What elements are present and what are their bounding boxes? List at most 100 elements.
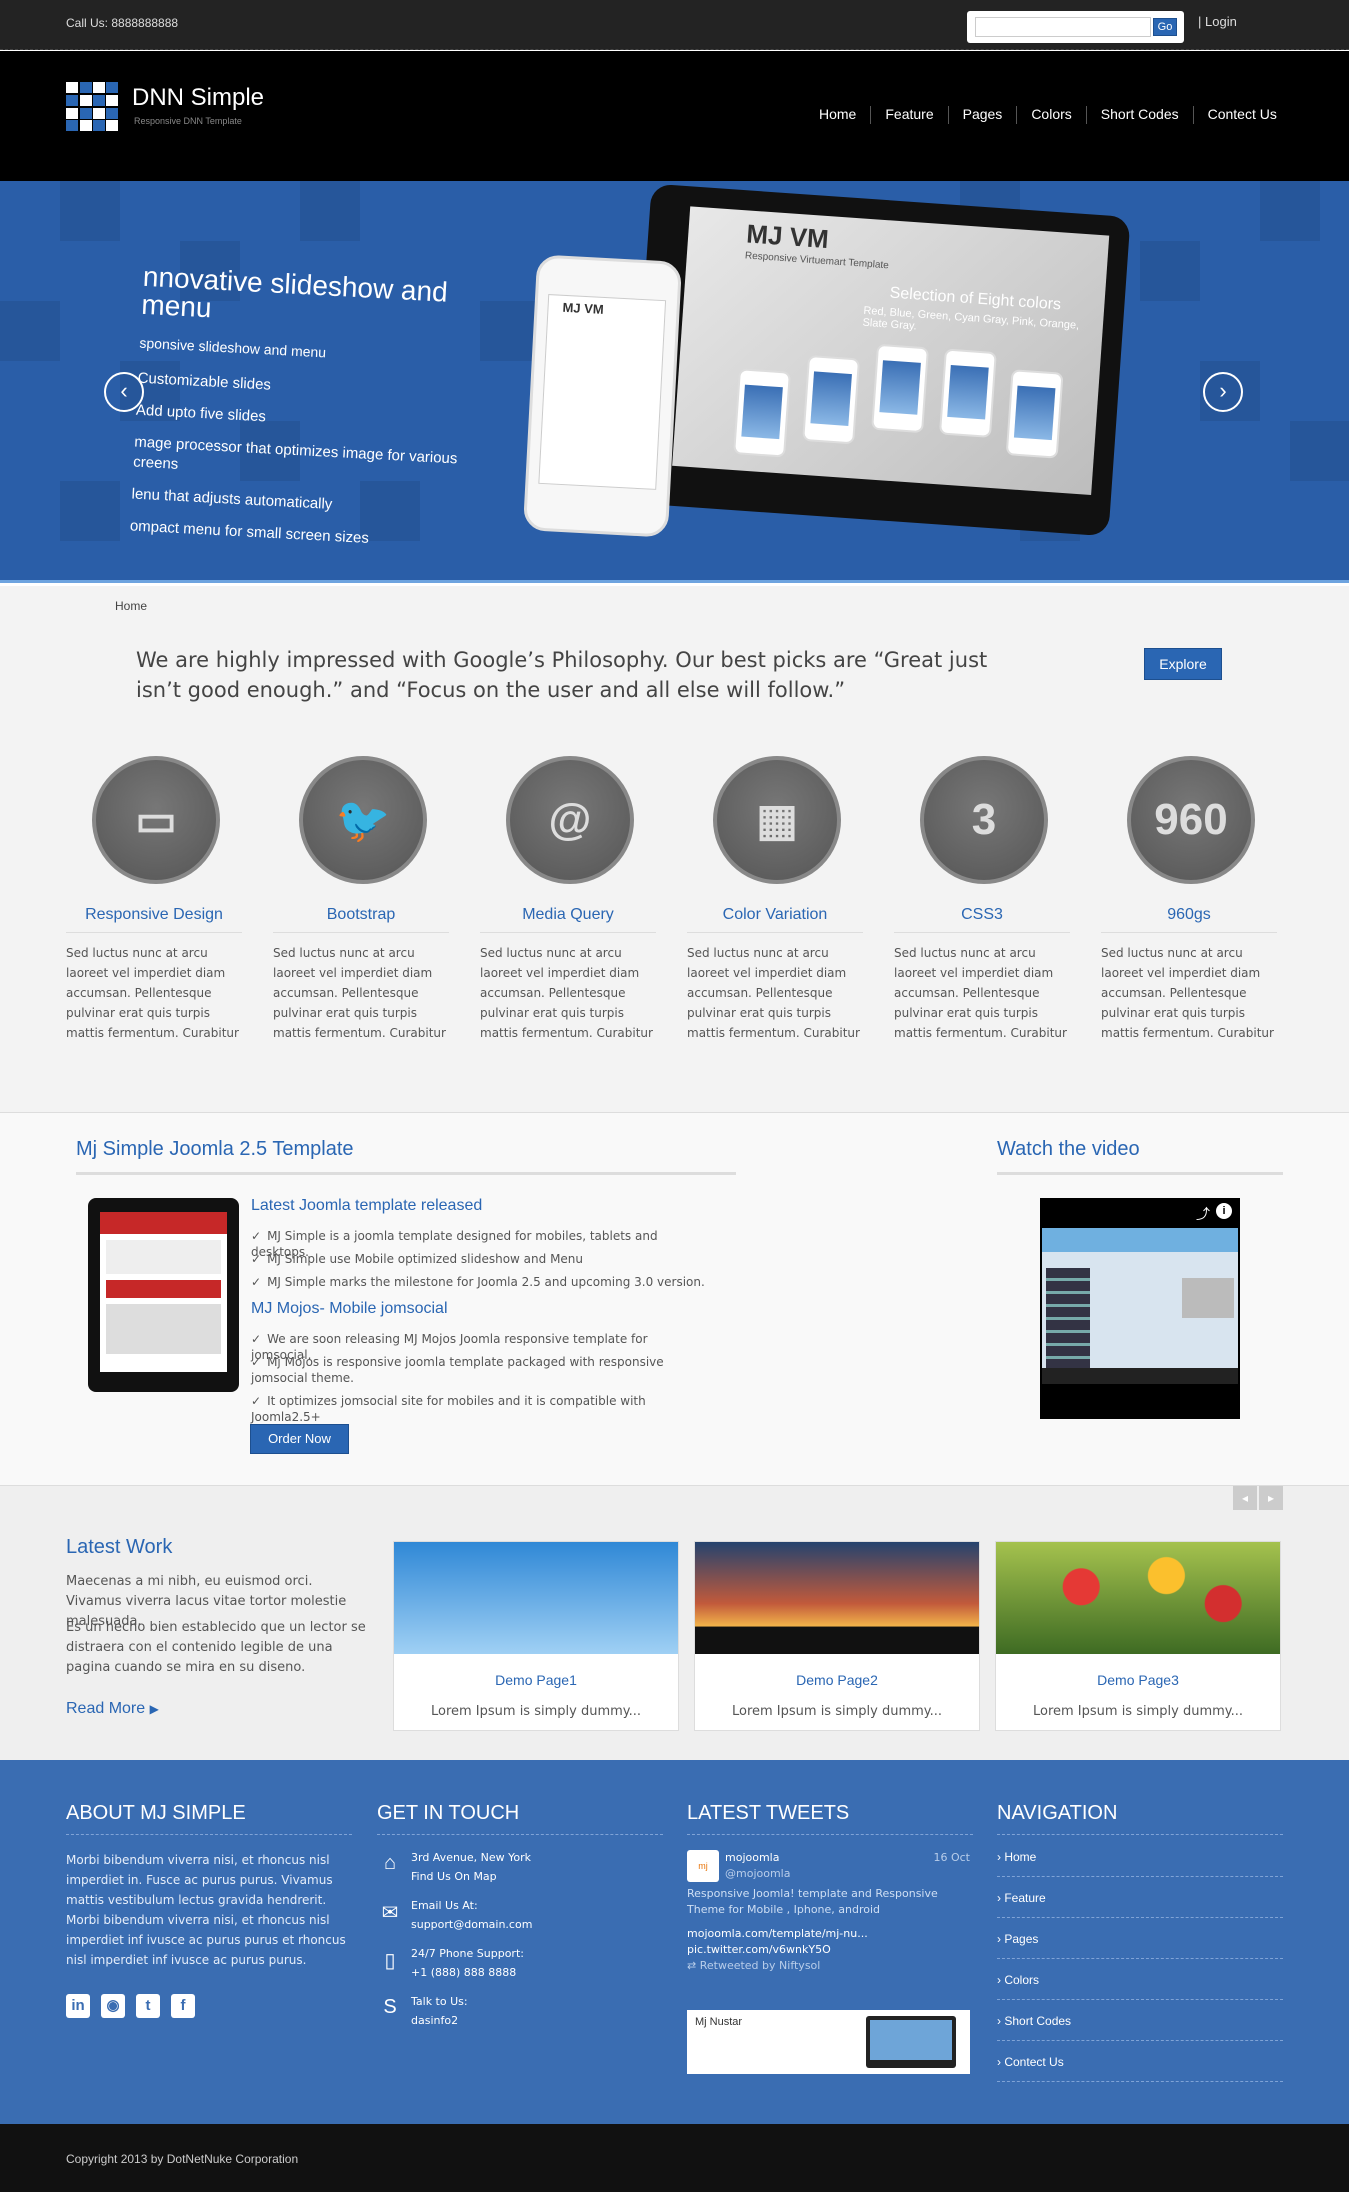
footer-nav-label[interactable]: Colors <box>1004 1973 1039 1987</box>
feature-title[interactable]: Color Variation <box>687 906 863 933</box>
video-player[interactable]: ⤴ i <box>1040 1198 1240 1419</box>
main-nav: Home Feature Pages Colors Short Codes Co… <box>805 106 1291 124</box>
feature-body: Sed luctus nunc at arcu laoreet vel impe… <box>273 946 446 1040</box>
check-icon: ✓ <box>251 1229 262 1243</box>
footer-nav-title: NAVIGATION <box>997 1802 1118 1824</box>
feature-title[interactable]: CSS3 <box>894 906 1070 933</box>
carousel-next-icon[interactable]: ▸ <box>1259 1486 1283 1510</box>
footer-nav-label[interactable]: Pages <box>1004 1932 1038 1946</box>
footer-nav-short-codes[interactable]: › Short Codes <box>997 2014 1283 2041</box>
footer-nav-feature[interactable]: › Feature <box>997 1891 1283 1918</box>
skype-id[interactable]: dasinfo2 <box>411 2011 468 2030</box>
work-card[interactable]: Demo Page3 Lorem Ipsum is simply dummy..… <box>995 1541 1281 1731</box>
work-card-desc: Lorem Ipsum is simply dummy... <box>731 1704 943 1719</box>
feature-title[interactable]: Media Query <box>480 906 656 933</box>
copyright-text: Copyright 2013 by DotNetNuke Corporation <box>66 2152 299 2166</box>
work-card[interactable]: Demo Page1 Lorem Ipsum is simply dummy..… <box>393 1541 679 1731</box>
slide-caption: nnovative slideshow and menu sponsive sl… <box>129 261 503 567</box>
nav-item-short-codes[interactable]: Short Codes <box>1085 106 1193 124</box>
footer-nav-colors[interactable]: › Colors <box>997 1973 1283 2000</box>
slide-item: Add upto five slides <box>135 401 267 426</box>
breadcrumb[interactable]: Home <box>115 599 147 613</box>
tweet-user[interactable]: mojoomla <box>725 1850 779 1866</box>
nav-item-feature[interactable]: Feature <box>870 106 947 124</box>
feature-title[interactable]: 960gs <box>1101 906 1277 933</box>
logo-icon[interactable] <box>66 82 118 131</box>
work-card-title[interactable]: Demo Page3 <box>996 1672 1280 1688</box>
carousel-prev-icon[interactable]: ◂ <box>1233 1486 1257 1510</box>
tweet: mj mojoomla 16 Oct @mojoomla Responsive J… <box>687 1850 970 1974</box>
feature-media-query: @ Media Query Sed luctus nunc at arcu la… <box>480 756 656 1043</box>
nav-item-pages[interactable]: Pages <box>947 106 1017 124</box>
divider <box>76 1172 736 1175</box>
login-label[interactable]: Login <box>1205 14 1237 29</box>
logo-subtitle: Responsive DNN Template <box>134 116 242 126</box>
facebook-icon[interactable]: f <box>171 1994 195 2018</box>
login-link[interactable]: | Login <box>1198 14 1237 29</box>
feature-title[interactable]: Responsive Design <box>66 906 242 933</box>
divider <box>687 1834 973 1835</box>
slider-next-arrow-icon[interactable]: › <box>1203 372 1243 412</box>
email-link[interactable]: support@domain.com <box>411 1915 532 1934</box>
feature-body: Sed luctus nunc at arcu laoreet vel impe… <box>894 946 1067 1040</box>
share-icon[interactable]: ⤴ <box>1196 1204 1210 1224</box>
work-card[interactable]: Demo Page2 Lorem Ipsum is simply dummy..… <box>694 1541 980 1731</box>
work-card-title[interactable]: Demo Page2 <box>695 1672 979 1688</box>
tweet-image[interactable]: Mj Nustar <box>687 2010 970 2074</box>
logo-title[interactable]: DNN Simple <box>132 84 264 112</box>
footer-nav-pages[interactable]: › Pages <box>997 1932 1283 1959</box>
tweet-date: 16 Oct <box>933 1851 970 1864</box>
nav-item-colors[interactable]: Colors <box>1016 106 1085 124</box>
footer-tweets-title: LATEST TWEETS <box>687 1802 850 1824</box>
feature-bootstrap: 🐦 Bootstrap Sed luctus nunc at arcu laor… <box>273 756 449 1043</box>
read-more-link[interactable]: Read More ▶ <box>66 1700 159 1718</box>
slide-item: ompact menu for small screen sizes <box>129 517 370 547</box>
feature-title[interactable]: Bootstrap <box>273 906 449 933</box>
mini-phone-image <box>802 354 861 445</box>
work-card-desc: Lorem Ipsum is simply dummy... <box>1032 1704 1244 1719</box>
find-on-map-link[interactable]: Find Us On Map <box>411 1867 531 1886</box>
work-card-title[interactable]: Demo Page1 <box>394 1672 678 1688</box>
rss-icon[interactable]: ◉ <box>101 1994 125 2018</box>
feature-body: Sed luctus nunc at arcu laoreet vel impe… <box>480 946 653 1040</box>
phone-screen: MJ VM <box>538 294 667 490</box>
mini-phone-image <box>938 348 997 438</box>
footer-nav-label[interactable]: Short Codes <box>1004 2014 1071 2028</box>
separator: | <box>1198 14 1205 29</box>
tweet-link[interactable]: mojoomla.com/template/mj-nu... <box>687 1926 970 1942</box>
phone-icon: ▯ <box>384 1950 396 1972</box>
order-now-button[interactable]: Order Now <box>250 1424 349 1454</box>
footer-nav-label[interactable]: Contect Us <box>1004 2055 1063 2069</box>
check-icon: ✓ <box>251 1394 262 1408</box>
search-input[interactable] <box>975 17 1151 37</box>
tumblr-icon[interactable]: t <box>136 1994 160 2018</box>
tweet-link[interactable]: pic.twitter.com/v6wnkY5O <box>687 1942 970 1958</box>
search-go-button[interactable]: Go <box>1153 18 1177 36</box>
tweet-image-title: Mj Nustar <box>695 2016 743 2028</box>
linkedin-icon[interactable]: in <box>66 1994 90 2018</box>
info-icon[interactable]: i <box>1216 1203 1232 1219</box>
work-card-image <box>394 1542 678 1654</box>
latest-work-paragraph: Es un hecho bien establecido que un lect… <box>66 1620 366 1675</box>
check-icon: ✓ <box>251 1252 262 1266</box>
css3-shield-icon: 3 <box>920 756 1048 884</box>
divider <box>377 1834 663 1835</box>
footer-nav-label[interactable]: Home <box>1004 1850 1036 1864</box>
mini-phone-image <box>1005 369 1064 459</box>
footer-nav-contect-us[interactable]: › Contect Us <box>997 2055 1283 2082</box>
explore-button[interactable]: Explore <box>1144 648 1222 680</box>
feature-body: Sed luctus nunc at arcu laoreet vel impe… <box>1101 946 1274 1040</box>
nav-item-home[interactable]: Home <box>805 106 870 124</box>
address-line: 3rd Avenue, New York <box>411 1851 532 1864</box>
nav-item-contect-us[interactable]: Contect Us <box>1192 106 1291 124</box>
feature-color-variation: ▦ Color Variation Sed luctus nunc at arc… <box>687 756 863 1043</box>
footer-nav-home[interactable]: › Home <box>997 1850 1283 1877</box>
contact-phone: 24/7 Phone Support: +1 (888) 888 8888 <box>411 1944 524 1982</box>
slider-prev-arrow-icon[interactable]: ‹ <box>104 372 144 412</box>
read-more-label[interactable]: Read More <box>66 1700 145 1717</box>
slide-phone-image: MJ VM <box>522 254 683 538</box>
footer-nav-label[interactable]: Feature <box>1004 1891 1045 1905</box>
latest-work-title: Latest Work <box>66 1536 173 1558</box>
avatar[interactable]: mj <box>687 1850 719 1882</box>
tweet-text: Responsive Joomla! template and Responsi… <box>687 1887 938 1916</box>
